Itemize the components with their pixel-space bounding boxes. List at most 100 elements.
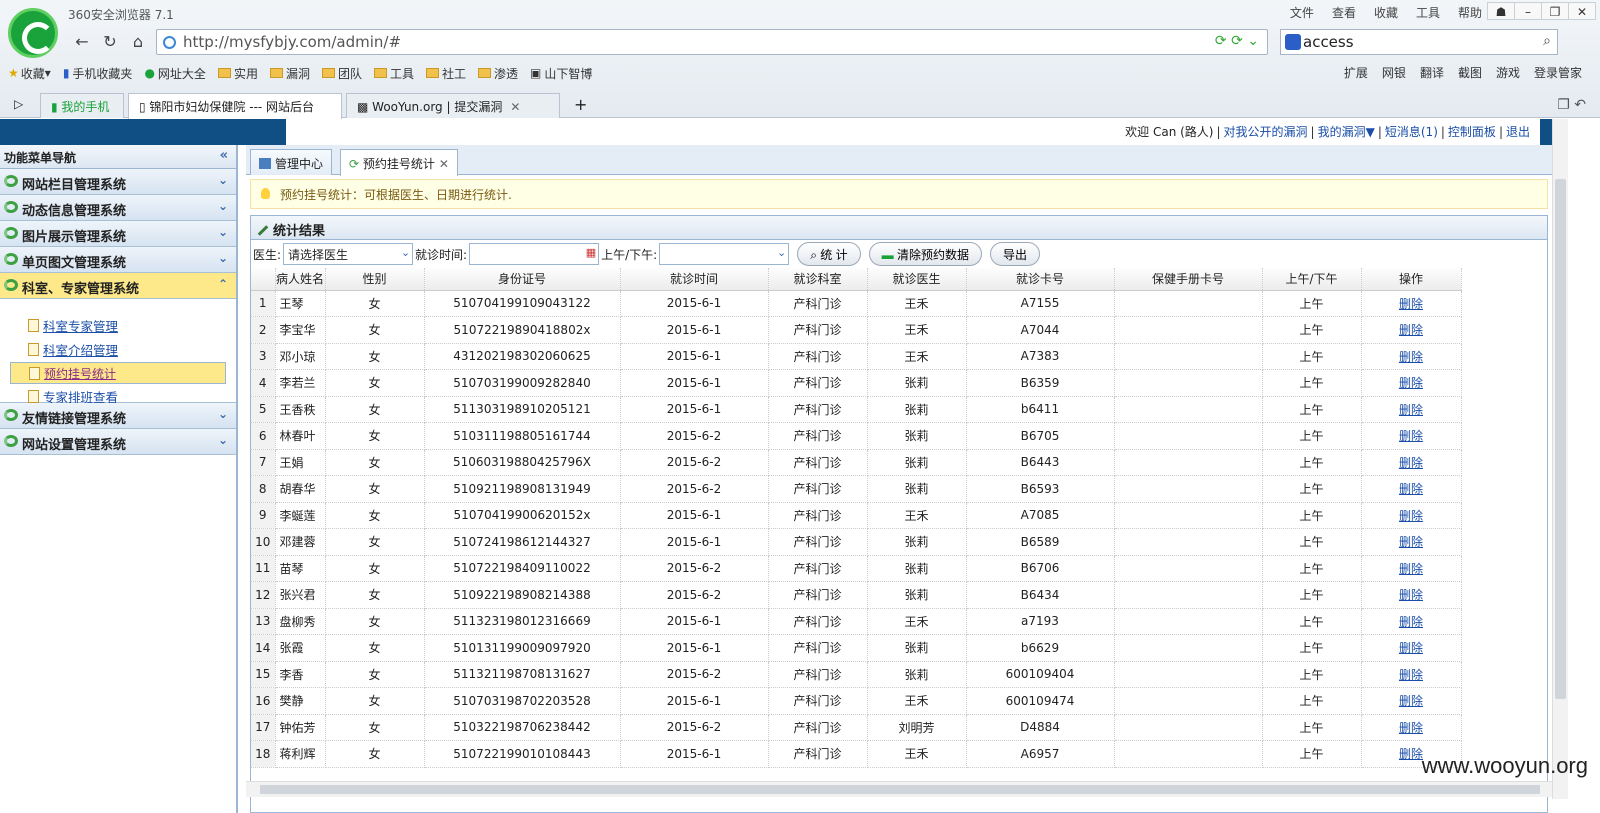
delete-link[interactable]: 删除 <box>1399 403 1423 417</box>
maximize-icon[interactable]: ❐ <box>1541 2 1569 20</box>
search-engine-icon[interactable] <box>1285 34 1301 50</box>
close-window-icon[interactable]: ✕ <box>1568 2 1596 20</box>
expand-icon[interactable]: ⌄ <box>218 225 228 239</box>
extensions-button[interactable]: 扩展 <box>1344 64 1368 81</box>
delete-link[interactable]: 删除 <box>1399 562 1423 576</box>
menu-view[interactable]: 查看 <box>1332 4 1356 21</box>
export-button[interactable]: 导出 <box>989 242 1040 266</box>
fav-folder-pentest[interactable]: 渗透 <box>478 65 518 82</box>
back-icon[interactable]: ← <box>68 29 96 55</box>
section-single-page[interactable]: 单页图文管理系统 ⌄ <box>0 247 236 273</box>
collapse-sidebar-icon[interactable]: « <box>220 148 228 163</box>
delete-link[interactable]: 删除 <box>1399 456 1423 470</box>
tab-admin[interactable]: ▯ 锦阳市妇幼保健院 --- 网站后台 <box>128 93 342 119</box>
fav-folder-vuln[interactable]: 漏洞 <box>269 65 310 82</box>
fav-sites[interactable]: ● 网址大全 <box>144 65 206 82</box>
expand-icon[interactable]: ⌄ <box>218 251 228 265</box>
delete-link[interactable]: 删除 <box>1399 376 1423 390</box>
logout-link[interactable]: 退出 <box>1506 125 1530 139</box>
delete-link[interactable]: 删除 <box>1399 429 1423 443</box>
home-icon[interactable]: ⌂ <box>124 29 152 55</box>
delete-link[interactable]: 删除 <box>1399 588 1423 602</box>
expand-icon[interactable]: ⌄ <box>218 407 228 421</box>
delete-link[interactable]: 删除 <box>1399 297 1423 311</box>
bank-button[interactable]: 网银 <box>1382 64 1406 81</box>
expand-icon[interactable]: ⌄ <box>218 173 228 187</box>
doctor-select[interactable]: 请选择医生 ⌄ <box>283 243 414 265</box>
horizontal-scrollbar[interactable] <box>246 781 1552 797</box>
section-dynamic-info[interactable]: 动态信息管理系统 ⌄ <box>0 195 236 221</box>
search-input[interactable]: access <box>1303 33 1354 51</box>
table-cell: 胡春华 <box>275 475 326 503</box>
delete-link[interactable]: 删除 <box>1399 641 1423 655</box>
search-box[interactable]: access ⌕ <box>1280 29 1558 55</box>
sidebar-item-dept-intro[interactable]: 科室介绍管理 <box>28 338 236 363</box>
delete-link[interactable]: 删除 <box>1399 615 1423 629</box>
delete-link[interactable]: 删除 <box>1399 350 1423 364</box>
section-settings[interactable]: 网站设置管理系统 ⌄ <box>0 429 236 455</box>
close-tab-icon[interactable]: ✕ <box>510 100 520 114</box>
my-vulns-link[interactable]: 我的漏洞▼ <box>1318 125 1375 139</box>
delete-link[interactable]: 删除 <box>1399 509 1423 523</box>
delete-link[interactable]: 删除 <box>1399 323 1423 337</box>
fav-mobile[interactable]: ▮ 手机收藏夹 <box>63 65 133 82</box>
delete-link[interactable]: 删除 <box>1399 535 1423 549</box>
clear-data-button[interactable]: ▬ 清除预约数据 <box>868 242 982 266</box>
fav-folder-practical[interactable]: 实用 <box>217 65 258 82</box>
fav-star[interactable]: ★ 收藏 ▾ <box>8 65 51 82</box>
close-tab-icon[interactable]: ✕ <box>439 157 449 171</box>
fav-folder-social[interactable]: 社工 <box>426 65 466 82</box>
expand-icon[interactable]: ⌄ <box>218 199 228 213</box>
skin-icon[interactable]: ☗ <box>1487 2 1515 20</box>
control-panel-link[interactable]: 控制面板 <box>1448 125 1496 139</box>
scroll-thumb[interactable] <box>260 785 1540 794</box>
collapse-icon[interactable]: ⌃ <box>218 277 228 291</box>
url-text[interactable]: http://mysfybjy.com/admin/# <box>183 33 401 51</box>
section-site-columns[interactable]: 网站栏目管理系统 ⌄ <box>0 169 236 195</box>
search-icon[interactable]: ⌕ <box>1543 33 1551 49</box>
calendar-icon[interactable]: ▦ <box>586 246 596 259</box>
menu-help[interactable]: 帮助 <box>1458 4 1482 21</box>
sidebar-toggle-icon[interactable]: ▷ <box>14 97 23 111</box>
speed-mode-icon[interactable]: ⟳ ⟳ ⌄ <box>1215 33 1259 49</box>
sidebar-item-experts[interactable]: 科室专家管理 <box>28 313 236 338</box>
table-cell: 钟佑芳 <box>275 714 326 741</box>
section-departments[interactable]: 科室、专家管理系统 ⌃ <box>0 273 236 299</box>
delete-link[interactable]: 删除 <box>1399 694 1423 708</box>
new-tab-icon[interactable]: + <box>574 95 587 114</box>
tab-appointments[interactable]: ⟳ 预约挂号统计 ✕ <box>340 149 458 176</box>
menu-favorites[interactable]: 收藏 <box>1374 4 1398 21</box>
delete-link[interactable]: 删除 <box>1399 721 1423 735</box>
menu-file[interactable]: 文件 <box>1290 4 1314 21</box>
refresh-icon[interactable]: ↻ <box>96 29 124 55</box>
fav-folder-tools[interactable]: 工具 <box>373 65 414 82</box>
games-button[interactable]: 游戏 <box>1496 64 1520 81</box>
fav-shanxia[interactable]: ▣ 山下智博 <box>530 65 592 82</box>
address-bar[interactable]: http://mysfybjy.com/admin/# ⟳ ⟳ ⌄ <box>156 29 1268 55</box>
ampm-select[interactable]: ⌄ <box>659 243 790 265</box>
delete-link[interactable]: 删除 <box>1399 747 1423 761</box>
fav-folder-team[interactable]: 团队 <box>321 65 362 82</box>
section-links[interactable]: 友情链接管理系统 ⌄ <box>0 403 236 429</box>
minimize-icon[interactable]: – <box>1514 2 1542 20</box>
tab-admin-center[interactable]: 管理中心 <box>250 149 333 175</box>
messages-link[interactable]: 短消息(1) <box>1385 125 1438 139</box>
translate-button[interactable]: 翻译 <box>1420 64 1444 81</box>
section-images[interactable]: 图片展示管理系统 ⌄ <box>0 221 236 247</box>
login-manager-button[interactable]: 登录管家 <box>1534 64 1582 81</box>
stat-button[interactable]: ⌕ 统 计 <box>797 242 861 266</box>
menu-tools[interactable]: 工具 <box>1416 4 1440 21</box>
delete-link[interactable]: 删除 <box>1399 668 1423 682</box>
delete-link[interactable]: 删除 <box>1399 482 1423 496</box>
vertical-scrollbar[interactable] <box>1552 119 1568 799</box>
expand-icon[interactable]: ⌄ <box>218 433 228 447</box>
tab-controls-icon[interactable]: ❐ ↶ <box>1557 97 1586 113</box>
scroll-thumb[interactable] <box>1555 179 1566 699</box>
tab-wooyun[interactable]: ▩ WooYun.org | 提交漏洞 ✕ <box>346 93 560 118</box>
date-input[interactable]: ▦ <box>469 243 600 265</box>
tab-my-phone[interactable]: ▮ 我的手机 <box>40 93 124 118</box>
public-vulns-link[interactable]: 对我公开的漏洞 <box>1224 125 1308 139</box>
sidebar-item-appointments[interactable]: 预约挂号统计 <box>10 362 226 384</box>
browser-logo-icon[interactable] <box>8 8 58 58</box>
screenshot-button[interactable]: 截图 <box>1458 64 1482 81</box>
